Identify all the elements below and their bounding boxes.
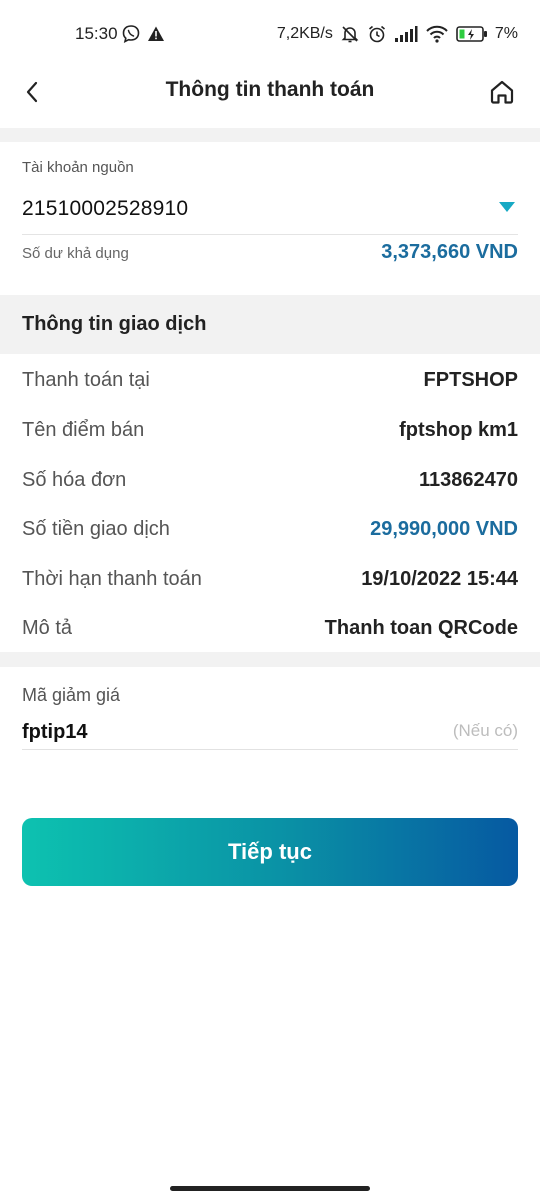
caret-down-icon xyxy=(498,200,516,218)
info-row-merchant: Thanh toán tại FPTSHOP xyxy=(0,360,540,400)
network-speed: 7,2KB/s xyxy=(276,25,333,42)
source-account-section: Tài khoản nguồn 21510002528910 Số dư khả… xyxy=(0,142,540,294)
viber-icon xyxy=(121,24,141,49)
account-dropdown-button[interactable] xyxy=(496,200,518,218)
transaction-section-title: Thông tin giao dịch xyxy=(22,313,207,335)
status-time: 15:30 xyxy=(75,24,118,43)
transaction-section-header: Thông tin giao dịch xyxy=(0,295,540,354)
row-value: 19/10/2022 15:44 xyxy=(361,568,518,590)
row-value: 113862470 xyxy=(418,469,518,491)
source-account-number[interactable]: 21510002528910 xyxy=(22,197,188,221)
row-label: Số hóa đơn xyxy=(22,469,127,491)
battery-icon xyxy=(456,25,488,43)
signal-icon xyxy=(394,25,418,43)
discount-hint: (Nếu có) xyxy=(452,721,518,740)
section-divider xyxy=(0,652,540,667)
source-account-label: Tài khoản nguồn xyxy=(22,159,134,176)
info-row-description: Mô tả Thanh toan QRCode xyxy=(0,608,540,648)
row-label: Thanh toán tại xyxy=(22,369,150,391)
home-icon xyxy=(488,78,516,111)
divider xyxy=(22,234,518,235)
info-row-invoice-number: Số hóa đơn 113862470 xyxy=(0,460,540,500)
alarm-icon xyxy=(367,24,387,44)
balance-label: Số dư khả dụng xyxy=(22,245,129,262)
battery-percent: 7% xyxy=(494,25,518,42)
discount-code-input[interactable] xyxy=(22,715,518,750)
app-header: Thông tin thanh toán xyxy=(0,70,540,128)
info-row-deadline: Thời hạn thanh toán 19/10/2022 15:44 xyxy=(0,559,540,599)
row-label: Mô tả xyxy=(22,617,73,639)
row-value: FPTSHOP xyxy=(423,369,518,391)
balance-value: 3,373,660 VND xyxy=(381,241,518,263)
discount-section: Mã giảm giá (Nếu có) xyxy=(0,667,540,757)
mute-icon xyxy=(340,24,360,44)
row-label: Thời hạn thanh toán xyxy=(22,568,202,590)
row-value: fptshop km1 xyxy=(399,419,518,441)
row-value: Thanh toan QRCode xyxy=(324,617,518,639)
discount-label: Mã giảm giá xyxy=(22,685,121,705)
status-bar: 15:30 7,2KB/s 7% xyxy=(0,0,540,70)
wifi-icon xyxy=(425,25,449,43)
section-divider xyxy=(0,128,540,142)
info-row-amount: Số tiền giao dịch 29,990,000 VND xyxy=(0,509,540,549)
row-value: 29,990,000 VND xyxy=(370,518,518,540)
row-label: Tên điểm bán xyxy=(22,419,145,441)
continue-button[interactable]: Tiếp tục xyxy=(22,818,518,886)
home-indicator-bar[interactable] xyxy=(170,1186,370,1191)
home-button[interactable] xyxy=(484,74,520,114)
info-row-store-name: Tên điểm bán fptshop km1 xyxy=(0,410,540,450)
row-label: Số tiền giao dịch xyxy=(22,518,170,540)
page-title: Thông tin thanh toán xyxy=(165,78,375,101)
warning-icon xyxy=(147,25,165,48)
